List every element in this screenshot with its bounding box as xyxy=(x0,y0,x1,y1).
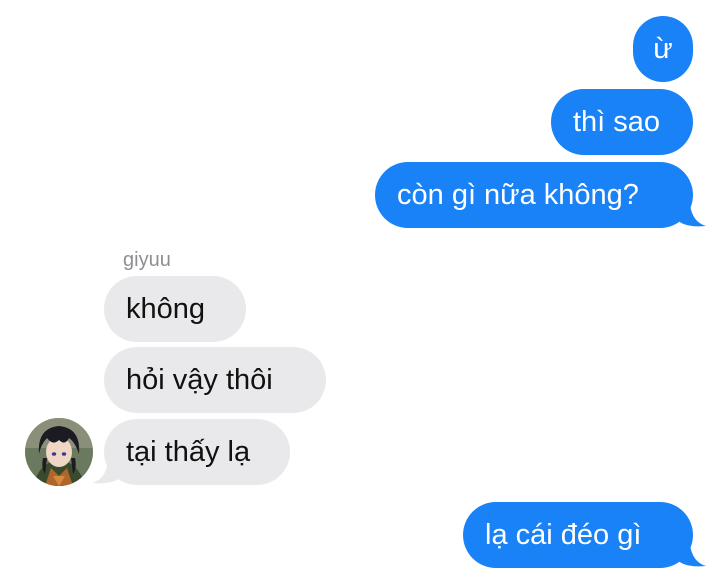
incoming-message-bubble[interactable]: tại thấy lạ xyxy=(104,419,290,485)
avatar[interactable] xyxy=(25,418,93,486)
outgoing-message-bubble[interactable]: ừ xyxy=(633,16,693,82)
incoming-message-bubble[interactable]: không xyxy=(104,276,246,342)
bubble-tail-icon xyxy=(676,544,706,567)
sender-name: giyuu xyxy=(123,249,171,271)
outgoing-message-bubble[interactable]: còn gì nữa không? xyxy=(375,162,693,228)
anime-character-avatar-icon xyxy=(25,418,93,486)
incoming-message-bubble[interactable]: hỏi vậy thôi xyxy=(104,347,326,413)
outgoing-message-bubble[interactable]: lạ cái đéo gì xyxy=(463,502,693,568)
bubble-tail-icon xyxy=(676,204,706,227)
outgoing-message-bubble[interactable]: thì sao xyxy=(551,89,693,155)
bubble-tail-icon xyxy=(92,461,122,484)
